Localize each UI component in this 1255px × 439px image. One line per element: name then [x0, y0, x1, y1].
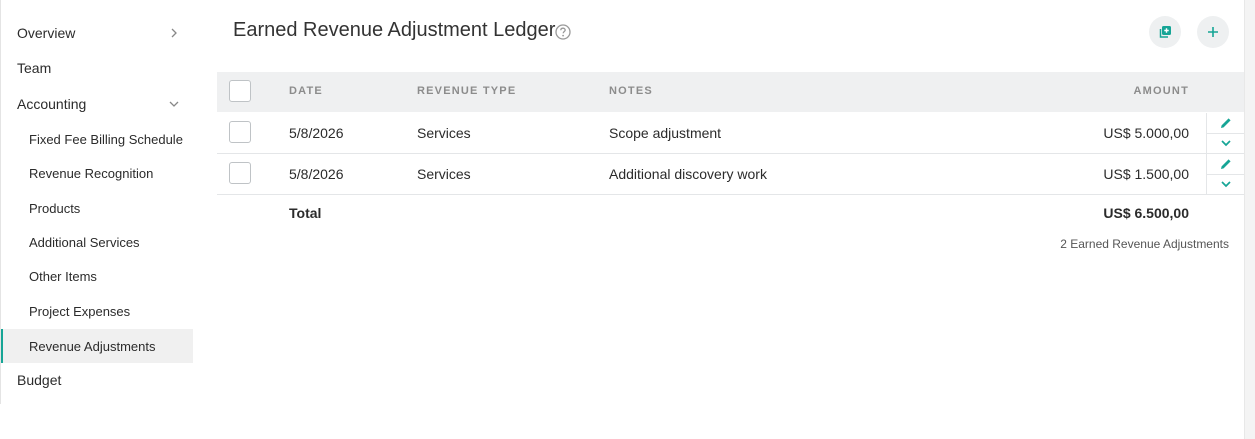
sidebar-item-label: Fixed Fee Billing Schedule [29, 131, 183, 147]
sidebar-item-team[interactable]: Team [3, 51, 193, 85]
sidebar-item-revenue-recognition[interactable]: Revenue Recognition [3, 156, 193, 190]
chevron-down-icon[interactable] [1219, 177, 1233, 191]
table-row: 5/8/2026 Services Additional discovery w… [217, 154, 1245, 195]
divider [1207, 174, 1245, 175]
add-button[interactable] [1197, 16, 1229, 48]
copy-add-button[interactable] [1149, 16, 1181, 48]
total-label: Total [289, 205, 322, 221]
row-revenue-type: Services [417, 166, 471, 182]
total-value: US$ 6.500,00 [1103, 205, 1189, 221]
sidebar-item-label: Overview [17, 25, 76, 41]
row-actions [1206, 113, 1245, 153]
row-checkbox[interactable] [229, 162, 251, 184]
chevron-right-icon [171, 28, 177, 38]
sidebar-item-products[interactable]: Products [3, 191, 193, 225]
sidebar-item-overview[interactable]: Overview [3, 16, 193, 50]
scrollbar[interactable] [1244, 0, 1255, 439]
divider [1207, 133, 1245, 134]
row-revenue-type: Services [417, 125, 471, 141]
sidebar: Overview Team Accounting Fixed Fee Billi… [0, 0, 193, 404]
sidebar-item-budget[interactable]: Budget [3, 363, 193, 397]
table-row: 5/8/2026 Services Scope adjustment US$ 5… [217, 113, 1245, 154]
record-count: 2 Earned Revenue Adjustments [1060, 237, 1229, 251]
column-header-date[interactable]: DATE [289, 85, 323, 97]
table-header: DATE REVENUE TYPE NOTES AMOUNT [217, 72, 1245, 112]
chevron-down-icon[interactable] [1219, 136, 1233, 150]
sidebar-item-label: Budget [17, 372, 62, 388]
page-title: Earned Revenue Adjustment Ledger [233, 19, 556, 41]
sidebar-item-revenue-adjustments[interactable]: Revenue Adjustments [1, 329, 193, 363]
sidebar-item-label: Team [17, 60, 52, 76]
sidebar-item-label: Revenue Recognition [29, 165, 154, 181]
row-date: 5/8/2026 [289, 125, 344, 141]
sidebar-item-label: Accounting [17, 96, 87, 112]
sidebar-item-accounting[interactable]: Accounting [3, 87, 193, 121]
sidebar-item-label: Project Expenses [29, 303, 131, 319]
sidebar-item-label: Products [29, 200, 81, 216]
pencil-icon[interactable] [1219, 157, 1233, 171]
column-header-amount[interactable]: AMOUNT [1134, 85, 1189, 97]
chevron-down-icon [169, 101, 179, 107]
row-actions [1206, 154, 1245, 194]
sidebar-item-label: Additional Services [29, 234, 140, 250]
row-notes: Additional discovery work [609, 166, 767, 182]
pencil-icon[interactable] [1219, 116, 1233, 130]
sidebar-item-project-expenses[interactable]: Project Expenses [3, 294, 193, 328]
sidebar-item-fixed-fee-billing-schedule[interactable]: Fixed Fee Billing Schedule [3, 122, 193, 156]
row-amount: US$ 1.500,00 [1103, 166, 1189, 182]
row-checkbox[interactable] [229, 121, 251, 143]
copy-plus-icon [1159, 26, 1171, 38]
select-all-checkbox[interactable] [229, 80, 251, 102]
row-notes: Scope adjustment [609, 125, 722, 141]
sidebar-item-additional-services[interactable]: Additional Services [3, 225, 193, 259]
column-header-notes[interactable]: NOTES [609, 85, 653, 97]
plus-icon [1208, 27, 1218, 37]
column-header-revenue-type[interactable]: REVENUE TYPE [417, 85, 516, 97]
question-circle-icon[interactable] [554, 23, 572, 41]
sidebar-item-other-items[interactable]: Other Items [3, 259, 193, 293]
row-date: 5/8/2026 [289, 166, 344, 182]
row-amount: US$ 5.000,00 [1103, 125, 1189, 141]
sidebar-item-label: Other Items [29, 268, 97, 284]
sidebar-item-label: Revenue Adjustments [29, 338, 156, 354]
